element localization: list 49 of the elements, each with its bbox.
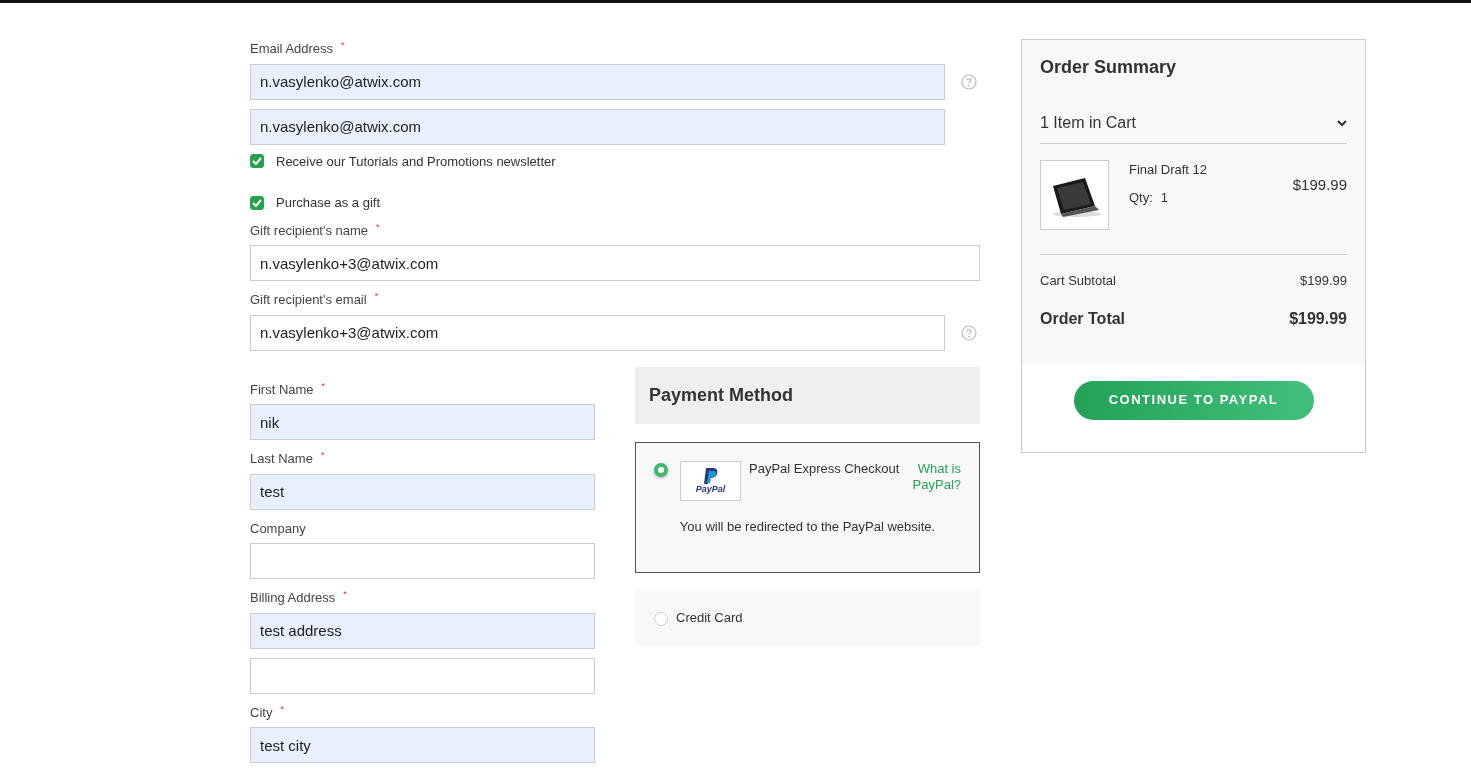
input-field[interactable]: nik <box>250 404 595 440</box>
required-mark: * <box>321 380 326 391</box>
cart-toggle[interactable]: 1 Item in Cart <box>1040 111 1347 144</box>
checkbox-label: Purchase as a gift <box>276 194 381 212</box>
quantity-value: 1 <box>1160 189 1169 205</box>
input-field[interactable]: n.vasylenko@atwix.com <box>250 63 945 100</box>
radio-button[interactable] <box>654 462 668 477</box>
input-field[interactable] <box>250 657 595 694</box>
field-label: Gift recipient's name <box>250 221 369 240</box>
quantity-label: Qty: <box>1129 189 1153 205</box>
subtotal-value: $199.99 <box>1300 272 1347 290</box>
subtotal-label: Cart Subtotal <box>1040 272 1116 290</box>
payment-label: PayPal Express Checkout <box>749 460 901 478</box>
required-mark: * <box>374 291 379 301</box>
field-label: City <box>250 703 273 722</box>
paypal-logo: PayPal <box>680 460 741 501</box>
panel-title: Order Summary <box>1040 56 1178 79</box>
required-mark: * <box>341 40 345 50</box>
input-field[interactable]: test <box>250 473 595 510</box>
field-label: First Name <box>250 380 314 399</box>
input-field[interactable]: n.vasylenko+3@atwix.com <box>250 314 945 351</box>
input-field[interactable]: test city <box>250 727 595 763</box>
input-field[interactable]: test address <box>250 612 595 649</box>
field-label: Last Name <box>250 450 313 468</box>
required-mark: * <box>376 221 380 232</box>
input-field[interactable]: n.vasylenko@atwix.com <box>250 108 945 145</box>
payment-option[interactable]: PayPal PayPal Express Checkout What is PayPal? You will be redirected to the PayPal website. <box>635 441 980 573</box>
field-label: Billing Address <box>250 589 336 607</box>
radio-button[interactable] <box>654 612 668 626</box>
total-label: Order Total <box>1040 308 1126 329</box>
chevron-down-icon <box>1337 119 1347 127</box>
field-label: Email Address <box>250 40 334 58</box>
input-field[interactable] <box>250 543 595 579</box>
required-mark: * <box>320 450 325 460</box>
payment-note: You will be redirected to the PayPal website. <box>678 517 937 536</box>
required-mark: * <box>343 589 347 599</box>
payment-option[interactable]: Credit Card <box>635 591 980 646</box>
checkbox[interactable] <box>250 154 264 169</box>
field-label: Gift recipient's email <box>250 291 367 309</box>
required-mark: * <box>280 703 284 714</box>
section-heading: Payment Method <box>635 366 980 424</box>
total-value: $199.99 <box>1289 308 1347 329</box>
checkbox[interactable] <box>250 195 264 210</box>
field-label: Company <box>250 519 306 538</box>
checkbox-label: Receive our Tutorials and Promotions newsletter <box>276 152 556 171</box>
product-price: $199.99 <box>1292 175 1347 195</box>
payment-label: Credit Card <box>676 610 744 627</box>
product-name: Final Draft 12 <box>1129 161 1209 179</box>
input-field[interactable]: n.vasylenko+3@atwix.com <box>250 245 980 281</box>
